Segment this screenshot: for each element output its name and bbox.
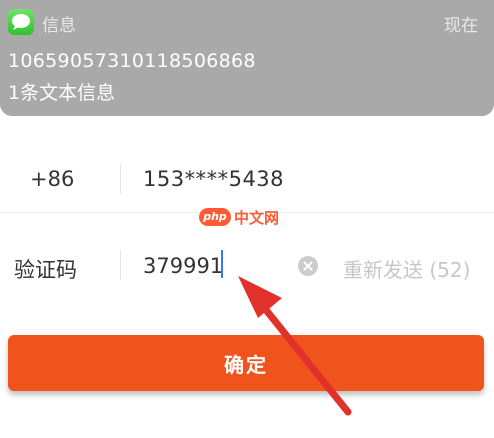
phone-row-divider [120,164,121,194]
notification-sender: 10659057310118506868 [8,50,256,72]
watermark: php 中文网 [199,206,279,228]
clear-input-icon[interactable] [298,256,318,276]
sms-notification-banner[interactable]: 信息 现在 10659057310118506868 1条文本信息 [0,0,494,116]
watermark-text: 中文网 [234,208,280,227]
verification-code-label: 验证码 [14,258,77,282]
verification-code-input[interactable] [140,250,293,282]
notification-app-name: 信息 [42,16,76,36]
resend-code-button[interactable]: 重新发送 (52) [343,254,470,283]
text-cursor [221,250,223,278]
notification-time: 现在 [444,16,478,36]
code-row-divider [120,250,121,280]
confirm-button[interactable]: 确定 [8,335,484,391]
app-screen: 信息 现在 10659057310118506868 1条文本信息 +86 15… [0,0,494,438]
phone-number: 153****5438 [143,167,285,191]
messages-app-icon [8,9,34,35]
watermark-logo: php [199,208,231,226]
country-code[interactable]: +86 [30,167,74,191]
notification-body: 1条文本信息 [8,82,116,104]
